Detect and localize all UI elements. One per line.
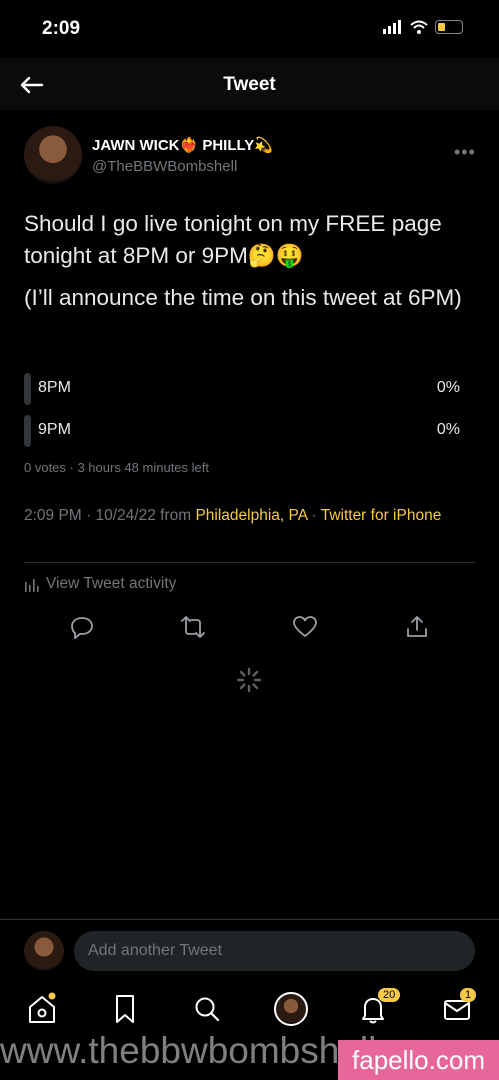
more-options-icon[interactable]: ••• (454, 142, 476, 163)
messages-badge: 1 (460, 988, 477, 1002)
status-icons (383, 20, 463, 34)
user-avatar[interactable] (24, 931, 64, 971)
divider (24, 562, 475, 563)
tweet-text-line: Should I go live tonight on my FREE page… (24, 211, 442, 268)
client-link[interactable]: Twitter for iPhone (321, 507, 442, 524)
poll-bar (24, 373, 31, 405)
battery-icon (435, 20, 463, 34)
author-avatar[interactable] (24, 126, 82, 184)
watermark-badge: fapello.com (338, 1040, 499, 1080)
search-icon[interactable] (190, 992, 224, 1026)
tweet-text: Should I go live tonight on my FREE page… (24, 208, 479, 314)
poll-option-percent: 0% (436, 379, 460, 396)
bookmark-icon[interactable] (108, 992, 142, 1026)
poll-option-label: 8PM (38, 379, 71, 396)
view-tweet-activity-link[interactable]: View Tweet activity (24, 575, 176, 593)
poll-option-label: 9PM (38, 421, 71, 438)
signal-icon (383, 20, 401, 34)
divider (0, 919, 499, 920)
page-title: Tweet (223, 74, 276, 95)
tweet-time-date: 2:09 PM · 10/24/22 from (24, 507, 196, 524)
like-heart-icon[interactable] (292, 614, 318, 640)
messages-button[interactable]: 1 (440, 988, 477, 1026)
retweet-icon[interactable] (180, 614, 206, 640)
reply-icon[interactable] (69, 614, 95, 640)
status-time: 2:09 (42, 18, 81, 39)
loading-spinner-icon (236, 667, 262, 693)
notifications-button[interactable]: 20 (356, 988, 401, 1026)
add-tweet-input[interactable] (74, 931, 475, 971)
location-link[interactable]: Philadelphia, PA (195, 507, 307, 524)
poll-option-9pm: 9PM 0% (24, 415, 464, 447)
notifications-badge: 20 (378, 988, 401, 1002)
home-icon[interactable] (25, 992, 59, 1026)
author-display-name[interactable]: JAWN WICK❤️‍🔥 PHILLY💫 (92, 136, 273, 154)
tweet-text-line: (I’ll announce the time on this tweet at… (24, 285, 462, 310)
author-handle[interactable]: @TheBBWBombshell (92, 158, 237, 175)
tweet-timestamp: 2:09 PM · 10/24/22 from Philadelphia, PA… (24, 505, 464, 527)
poll-bar (24, 415, 31, 447)
poll-meta: 0 votes · 3 hours 48 minutes left (24, 460, 209, 475)
activity-label: View Tweet activity (46, 575, 177, 592)
poll-option-8pm: 8PM 0% (24, 373, 464, 405)
analytics-icon (25, 579, 39, 592)
poll-option-percent: 0% (436, 421, 460, 438)
share-icon[interactable] (404, 614, 430, 640)
spaces-avatar-button[interactable] (274, 992, 308, 1026)
meta-separator: · (307, 507, 321, 524)
wifi-icon (410, 20, 428, 34)
